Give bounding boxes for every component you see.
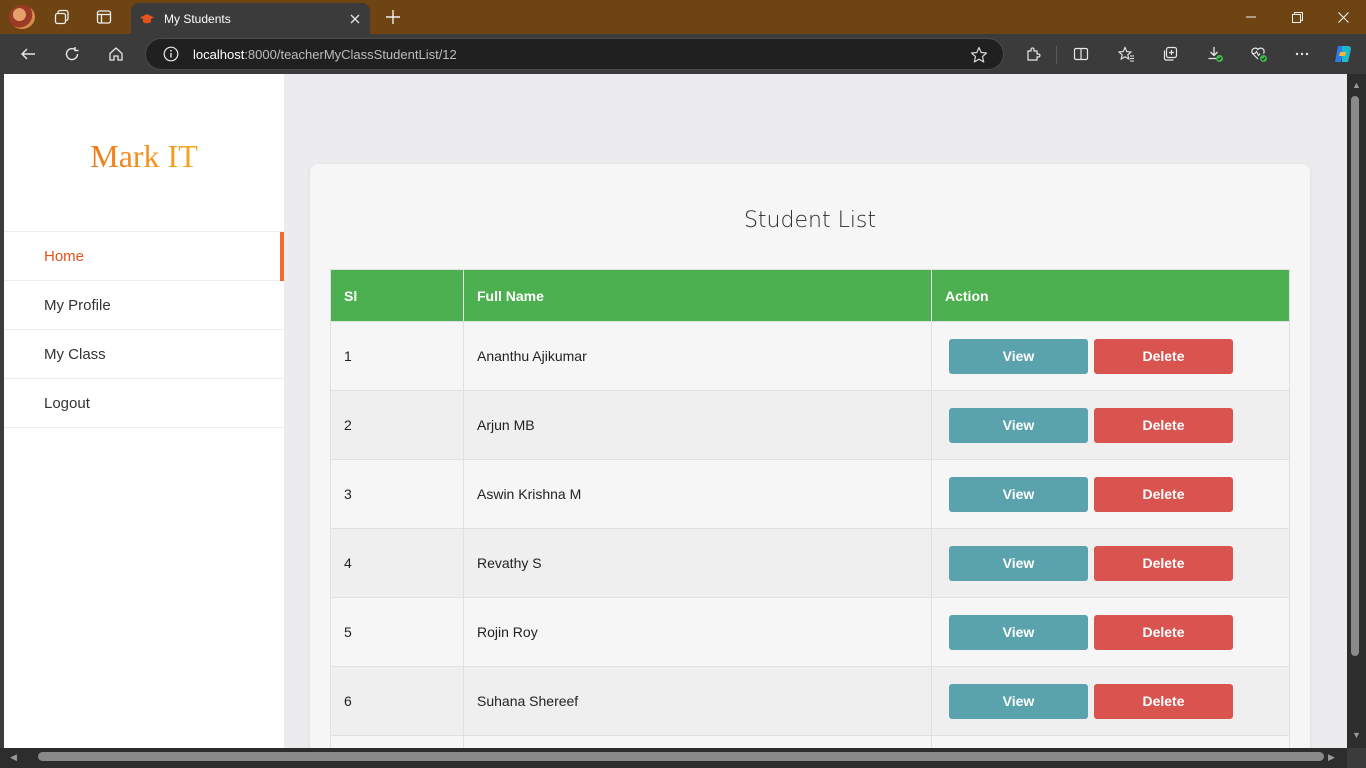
table-row: 1 Ananthu Ajikumar View Delete [330,321,1290,391]
cell-empty [931,735,1290,748]
downloads-icon[interactable] [1202,42,1228,66]
column-header-full-name: Full Name [463,269,932,322]
cell-action: View Delete [931,666,1290,736]
vertical-tabs-icon[interactable] [91,5,117,29]
vertical-scrollbar[interactable]: ▲ ▼ [1347,74,1366,748]
url-path: :8000/teacherMyClassStudentList/12 [244,46,457,62]
cell-full-name: Arjun MB [463,390,932,460]
table-header-row: Sl Full Name Action [330,269,1290,322]
horizontal-scrollbar[interactable]: ◀ ▶ [0,748,1347,768]
delete-button[interactable]: Delete [1094,614,1233,650]
cell-action: View Delete [931,390,1290,460]
delete-button[interactable]: Delete [1094,338,1233,374]
cell-action: View Delete [931,597,1290,667]
url-text: localhost:8000/teacherMyClassStudentList… [193,47,457,62]
sidebar-item-home[interactable]: Home [4,232,284,281]
collections-icon[interactable] [1157,42,1183,66]
view-button[interactable]: View [949,476,1088,512]
app-logo[interactable]: Mark IT [4,138,284,175]
workspaces-icon[interactable] [49,5,75,29]
cell-action: View Delete [931,459,1290,529]
minimize-icon[interactable] [1228,0,1274,34]
cell-full-name: Aswin Krishna M [463,459,932,529]
column-header-sl: Sl [330,269,464,322]
performance-icon[interactable] [1246,42,1272,66]
column-header-action: Action [931,269,1290,322]
back-arrow-icon[interactable] [15,42,41,66]
scroll-down-arrow-icon[interactable]: ▼ [1352,730,1361,740]
delete-button[interactable]: Delete [1094,407,1233,443]
table-row: 4 Revathy S View Delete [330,528,1290,598]
restore-icon[interactable] [1274,0,1320,34]
scroll-up-arrow-icon[interactable]: ▲ [1352,80,1361,90]
cell-empty [463,735,932,748]
address-bar[interactable]: localhost:8000/teacherMyClassStudentList… [145,38,1004,70]
star-icon[interactable] [969,45,989,65]
cell-full-name: Rojin Roy [463,597,932,667]
view-button[interactable]: View [949,683,1088,719]
view-button[interactable]: View [949,338,1088,374]
view-button[interactable]: View [949,407,1088,443]
delete-button[interactable]: Delete [1094,545,1233,581]
cell-full-name: Suhana Shereef [463,666,932,736]
table-row: 3 Aswin Krishna M View Delete [330,459,1290,529]
refresh-icon[interactable] [59,42,85,66]
table-row: 2 Arjun MB View Delete [330,390,1290,460]
table-row: 6 Suhana Shereef View Delete [330,666,1290,736]
vertical-scroll-thumb[interactable] [1351,96,1359,656]
cell-sl: 3 [330,459,464,529]
toolbar-divider [1056,46,1057,64]
plus-icon[interactable] [381,5,405,29]
cell-sl: 2 [330,390,464,460]
page-viewport: Mark IT Home My Profile My Class Logout … [4,74,1347,748]
close-icon[interactable] [344,8,366,30]
copilot-icon[interactable] [1330,42,1356,66]
split-screen-icon[interactable] [1068,42,1094,66]
sidebar: Mark IT Home My Profile My Class Logout [4,74,284,748]
browser-tab-bar: My Students [0,0,1366,34]
more-options-icon[interactable] [1289,42,1315,66]
active-tab[interactable]: My Students [131,3,370,34]
info-icon[interactable] [163,46,179,62]
extensions-icon[interactable] [1020,42,1046,66]
cell-empty [330,735,464,748]
scroll-left-arrow-icon[interactable]: ◀ [10,752,17,763]
sidebar-nav: Home My Profile My Class Logout [4,231,284,428]
sidebar-item-my-profile[interactable]: My Profile [4,281,284,330]
sidebar-item-my-class[interactable]: My Class [4,330,284,379]
cell-action: View Delete [931,528,1290,598]
cell-action: View Delete [931,321,1290,391]
cell-sl: 6 [330,666,464,736]
cell-sl: 5 [330,597,464,667]
table-row-partial [330,735,1290,748]
student-list-card: Student List Sl Full Name Action 1 Ananth… [310,164,1310,748]
student-table: Sl Full Name Action 1 Ananthu Ajikumar Vie… [330,269,1290,748]
url-host: localhost [193,46,245,62]
window-close-icon[interactable] [1320,0,1366,34]
graduation-cap-icon [140,13,154,25]
delete-button[interactable]: Delete [1094,683,1233,719]
scroll-right-arrow-icon[interactable]: ▶ [1328,752,1335,763]
horizontal-scroll-thumb[interactable] [38,752,1324,761]
table-body: 1 Ananthu Ajikumar View Delete 2 Arjun MB View… [330,321,1290,748]
cell-full-name: Ananthu Ajikumar [463,321,932,391]
view-button[interactable]: View [949,545,1088,581]
table-row: 5 Rojin Roy View Delete [330,597,1290,667]
page-title: Student List [743,208,877,233]
tab-title: My Students [164,11,231,26]
delete-button[interactable]: Delete [1094,476,1233,512]
favorites-icon[interactable] [1113,42,1139,66]
browser-toolbar: localhost:8000/teacherMyClassStudentList… [0,34,1366,74]
sidebar-item-logout[interactable]: Logout [4,379,284,428]
cell-sl: 1 [330,321,464,391]
home-icon[interactable] [103,42,129,66]
cell-full-name: Revathy S [463,528,932,598]
profile-avatar[interactable] [9,5,35,29]
view-button[interactable]: View [949,614,1088,650]
cell-sl: 4 [330,528,464,598]
